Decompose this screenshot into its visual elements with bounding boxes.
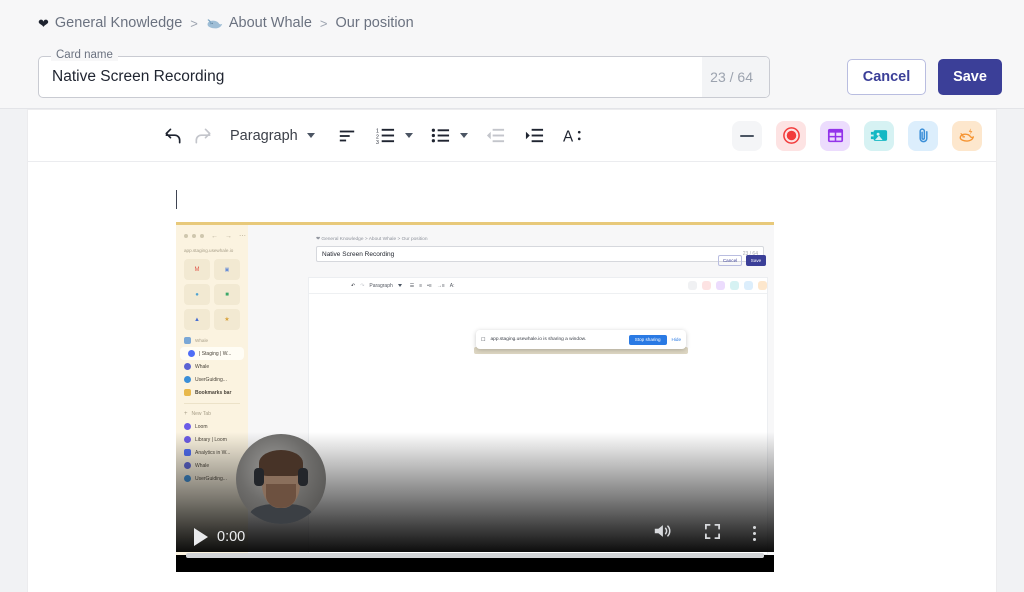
breadcrumb-separator: > xyxy=(319,15,328,31)
play-icon[interactable] xyxy=(194,528,208,546)
menu-icon: ⋯ xyxy=(239,233,246,240)
embedded-video-player[interactable]: ← → ⋯ app.staging.usewhale.io M ▣ ● ■ ▲ … xyxy=(176,222,774,572)
ordered-list-dropdown[interactable] xyxy=(401,119,417,153)
recorded-url: app.staging.usewhale.io xyxy=(184,248,234,253)
hide-button: Hide xyxy=(671,337,681,342)
bullet-list-dropdown[interactable] xyxy=(456,119,472,153)
recorded-sidebar-item: Whale xyxy=(176,360,248,373)
stop-sharing-button: Stop sharing xyxy=(628,334,667,345)
shortcut-tile: ▲ xyxy=(184,309,210,330)
shortcut-tile: ▣ xyxy=(214,259,240,280)
recorded-sidebar-item: Bookmarks bar xyxy=(176,386,248,399)
breadcrumb-item-general-knowledge[interactable]: ❤ General Knowledge xyxy=(38,15,182,31)
recorded-card-name-field: Native Screen Recording 23 / 64 xyxy=(316,246,764,262)
recorded-toolbar: ↶ ↷ Paragraph ☰ ≡ •≡ →≡ A: xyxy=(309,278,767,294)
outdent-button[interactable] xyxy=(481,119,511,153)
align-button[interactable] xyxy=(332,119,362,153)
image-button[interactable] xyxy=(864,120,894,151)
back-icon: ← xyxy=(211,232,218,240)
recorded-share-notification: ☐ app.staging.usewhale.io is sharing a w… xyxy=(476,330,686,349)
share-screen-icon: ☐ xyxy=(481,336,486,343)
chevron-down-icon xyxy=(306,133,315,138)
editor-body[interactable]: ← → ⋯ app.staging.usewhale.io M ▣ ● ■ ▲ … xyxy=(28,162,996,592)
volume-icon[interactable] xyxy=(652,522,672,545)
recorded-save-button: Save xyxy=(746,255,766,266)
video-right-controls xyxy=(652,522,756,545)
text-format-button[interactable]: A xyxy=(559,119,589,153)
heart-icon: ❤ xyxy=(38,15,49,31)
text-cursor xyxy=(176,190,177,209)
breadcrumb-label: General Knowledge xyxy=(54,15,183,31)
forward-icon: → xyxy=(225,232,232,240)
shortcut-tile: ★ xyxy=(214,309,240,330)
breadcrumb-separator: > xyxy=(190,15,198,31)
ordered-list-button[interactable]: 1 2 3 xyxy=(371,119,401,153)
block-style-label: Paragraph xyxy=(230,127,298,144)
table-button[interactable] xyxy=(820,120,850,151)
breadcrumb-item-our-position[interactable]: Our position xyxy=(336,15,414,31)
recorded-sidebar-item: UserGuiding... xyxy=(176,373,248,386)
video-progress-bar[interactable] xyxy=(186,553,764,558)
video-time: 0:00 xyxy=(217,529,246,545)
kebab-menu-icon[interactable] xyxy=(752,525,756,542)
chevron-down-icon xyxy=(459,133,468,138)
shortcut-tile: ■ xyxy=(214,284,240,305)
card-name-input[interactable] xyxy=(39,68,703,86)
recorded-breadcrumb: ❤ General Knowledge > About Whale > Our … xyxy=(316,237,428,242)
breadcrumb-item-about-whale[interactable]: About Whale xyxy=(206,15,312,31)
block-style-dropdown[interactable]: Paragraph xyxy=(218,119,323,153)
window-controls: ← → ⋯ xyxy=(176,225,248,240)
whale-ai-button[interactable] xyxy=(952,120,982,151)
card-name-bar: Card name 23 / 64 Cancel Save xyxy=(0,46,1024,109)
cancel-button[interactable]: Cancel xyxy=(847,59,926,95)
chevron-down-icon xyxy=(404,133,413,138)
horizontal-rule-button[interactable] xyxy=(732,120,762,151)
editor-toolbar: Paragraph 1 2 3 A xyxy=(28,110,996,162)
indent-button[interactable] xyxy=(520,119,550,153)
breadcrumb: ❤ General Knowledge > About Whale > Our … xyxy=(0,0,1024,46)
play-group: 0:00 xyxy=(194,528,245,546)
recorded-sidebar-item: + New Tab xyxy=(184,411,211,417)
attachment-button[interactable] xyxy=(908,120,938,151)
svg-text:3: 3 xyxy=(376,140,379,145)
char-counter: 23 / 64 xyxy=(702,57,769,97)
undo-button[interactable] xyxy=(158,119,188,153)
recorded-shortcut-grid: M ▣ ● ■ ▲ ★ xyxy=(176,259,248,330)
recorded-header-actions: Cancel Save xyxy=(718,255,766,266)
recorded-sidebar-item: | Staging | W... xyxy=(180,347,244,360)
header-actions: Cancel Save xyxy=(847,59,1002,95)
fullscreen-icon[interactable] xyxy=(704,523,721,545)
record-button[interactable] xyxy=(776,120,806,151)
card-name-legend: Card name xyxy=(51,49,118,61)
recorded-sidebar-section: Whale xyxy=(176,330,248,347)
breadcrumb-label: Our position xyxy=(335,15,414,31)
breadcrumb-label: About Whale xyxy=(228,15,312,31)
whale-icon xyxy=(206,16,223,30)
editor-card: Paragraph 1 2 3 A ← → ⋯ app.staging.usew… xyxy=(28,110,996,592)
shortcut-tile: ● xyxy=(184,284,210,305)
svg-text:A: A xyxy=(563,128,574,145)
bullet-list-button[interactable] xyxy=(426,119,456,153)
save-button[interactable]: Save xyxy=(938,59,1002,95)
redo-button[interactable] xyxy=(188,119,218,153)
card-name-field[interactable]: Card name 23 / 64 xyxy=(38,49,770,98)
video-controls: 0:00 xyxy=(176,510,774,572)
shortcut-tile: M xyxy=(184,259,210,280)
recorded-cancel-button: Cancel xyxy=(718,255,742,266)
share-message: app.staging.usewhale.io is sharing a win… xyxy=(490,337,587,342)
